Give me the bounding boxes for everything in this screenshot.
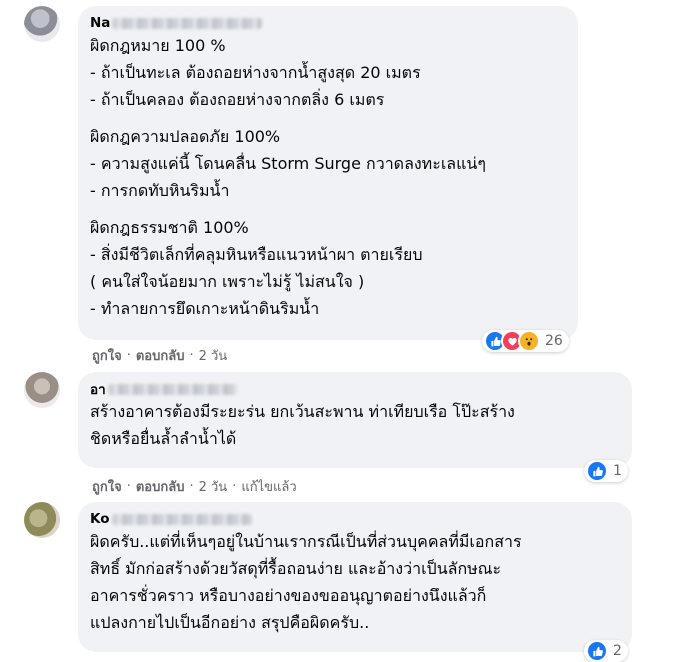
comment-text: ผิดกฎหมาย 100 % xyxy=(90,36,226,55)
comment-text: - ถ้าเป็นทะเล ต้องถอยห่างจากน้ำสูงสุด 20… xyxy=(90,63,421,82)
comment-text: - การกดทับหินริมน้ำ xyxy=(90,181,230,200)
reaction-count: 26 xyxy=(545,333,563,349)
comment-text: ผิดครับ..แต่ที่เห็นๆอยู่ในบ้านเรากรณีเป็… xyxy=(90,532,522,551)
like-link[interactable]: ถูกใจ xyxy=(92,476,122,497)
comment-text: ชิดหรือยื่นล้ำลำน้ำได้ xyxy=(90,429,237,448)
redacted-name xyxy=(112,17,263,29)
comment-text: สิทธิ์ มักก่อสร้างด้วยวัสดุที่รื้อถอนง่า… xyxy=(90,559,502,578)
reaction-summary[interactable]: 1 xyxy=(584,460,628,482)
avatar[interactable] xyxy=(24,502,60,538)
reaction-summary[interactable]: 2 xyxy=(584,640,628,662)
redacted-name xyxy=(107,383,238,395)
reply-link[interactable]: ตอบกลับ xyxy=(136,476,185,497)
comment-text: - ถ้าเป็นคลอง ต้องถอยห่างจากตลิ่ง 6 เมตร xyxy=(90,90,385,109)
comment-text: ( คนใส่ใจน้อยมาก เพราะไม่รู้ ไม่สนใจ ) xyxy=(90,272,365,291)
like-icon xyxy=(586,640,608,662)
comment-text: ผิดกฎความปลอดภัย 100% xyxy=(90,127,281,146)
timestamp[interactable]: 2 วัน xyxy=(199,476,228,497)
avatar[interactable] xyxy=(24,372,60,408)
comment-bubble: Na ผิดกฎหมาย 100 % - ถ้าเป็นทะเล ต้องถอย… xyxy=(78,6,578,340)
comment-actions: ถูกใจ · ตอบกลับ · 2 วัน · แก้ไขแล้ว xyxy=(92,476,297,497)
like-icon xyxy=(586,460,608,482)
comment-text: สร้างอาคารต้องมีระยะร่น ยกเว้นสะพาน ท่าเ… xyxy=(90,402,515,421)
comment-text: - ความสูงแค่นี้ โดนคลื่น Storm Surge กวา… xyxy=(90,154,486,173)
comment-bubble: Ko ผิดครับ..แต่ที่เห็นๆอยู่ในบ้านเรากรณี… xyxy=(78,502,632,652)
reaction-summary[interactable]: 26 xyxy=(482,330,569,352)
comment-bubble: อา สร้างอาคารต้องมีระยะร่น ยกเว้นสะพาน ท… xyxy=(78,372,632,468)
reaction-count: 2 xyxy=(613,643,622,659)
commenter-name[interactable]: อา xyxy=(90,380,620,398)
edited-label[interactable]: แก้ไขแล้ว xyxy=(241,476,296,497)
comment-text: - สิ่งมีชีวิตเล็กที่คลุมหินหรือแนวหน้าผา… xyxy=(90,245,423,264)
comment-text: ผิดกฎธรรมชาติ 100% xyxy=(90,218,249,237)
comment-text: แปลงกายไปเป็นอีกอย่าง สรุปคือผิดครับ.. xyxy=(90,613,370,632)
redacted-name xyxy=(111,513,252,525)
comment-actions: ถูกใจ · ตอบกลับ · 2 วัน xyxy=(92,345,227,366)
commenter-name[interactable]: Na xyxy=(90,14,566,32)
comment-text: อาคารชั่วคราว หรือบางอย่างของขออนุญาตอย่… xyxy=(90,586,487,605)
comment-text: - ทำลายการยึดเกาะหน้าดินริมน้ำ xyxy=(90,299,320,318)
timestamp[interactable]: 2 วัน xyxy=(199,345,228,366)
reaction-count: 1 xyxy=(613,463,622,479)
avatar[interactable] xyxy=(24,6,60,42)
commenter-name[interactable]: Ko xyxy=(90,510,620,528)
reply-link[interactable]: ตอบกลับ xyxy=(136,345,185,366)
wow-icon xyxy=(518,330,540,352)
like-link[interactable]: ถูกใจ xyxy=(92,345,122,366)
